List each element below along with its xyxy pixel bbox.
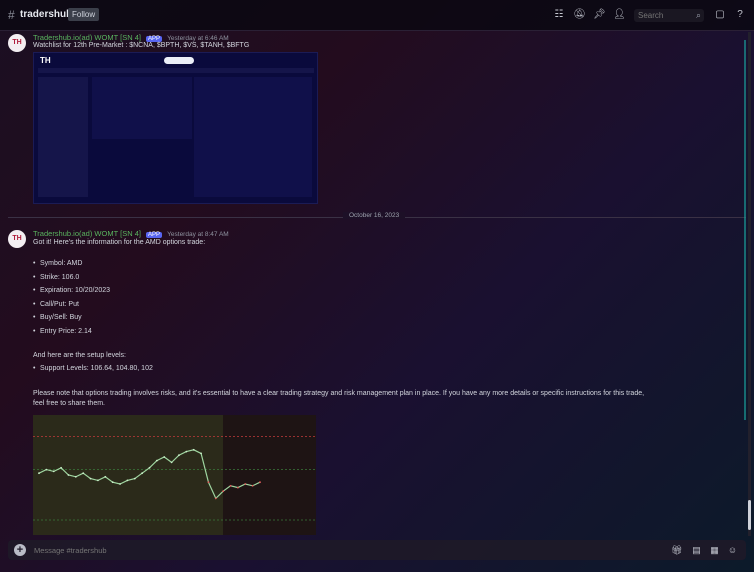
message-composer: + 🎁︎ ▤ ▦ ☺ xyxy=(8,540,746,560)
note-text-line2: feel free to share them. xyxy=(33,400,105,407)
price-point xyxy=(178,454,180,457)
channel-accent xyxy=(744,40,746,420)
price-point xyxy=(214,497,217,500)
options-list: Symbol: AMD Strike: 106.0 Expiration: 10… xyxy=(33,260,110,341)
gif-icon[interactable]: ▤ xyxy=(691,545,702,556)
watchlist-image[interactable]: TH xyxy=(33,52,318,204)
price-point xyxy=(229,484,232,487)
note-text-line1: Please note that options trading involve… xyxy=(33,390,645,397)
avatar[interactable]: TH xyxy=(8,230,26,248)
price-chart-image[interactable] xyxy=(33,415,316,535)
price-point xyxy=(52,470,55,473)
price-point xyxy=(222,490,225,493)
price-point xyxy=(97,479,99,482)
price-point xyxy=(82,472,85,475)
search-box[interactable]: ⌕ xyxy=(634,9,704,22)
list-item: Strike: 106.0 xyxy=(33,274,110,288)
message-input[interactable] xyxy=(34,544,634,556)
chart-zone xyxy=(223,415,316,535)
mute-bell-icon[interactable]: 🔕︎ xyxy=(573,9,586,21)
message-intro: Got it! Here's the information for the A… xyxy=(33,239,206,246)
list-item: Entry Price: 2.14 xyxy=(33,328,110,342)
price-point xyxy=(141,472,144,475)
follow-button[interactable]: Follow xyxy=(68,8,100,21)
list-item: Call/Put: Put xyxy=(33,301,110,315)
message-text: Watchlist for 12th Pre-Market : $NCNA, $… xyxy=(33,42,250,49)
date-divider-label: October 16, 2023 xyxy=(343,212,406,219)
price-chart xyxy=(33,415,316,535)
gift-icon[interactable]: 🎁︎ xyxy=(671,545,682,556)
price-point xyxy=(163,456,166,458)
list-item: Buy/Sell: Buy xyxy=(33,314,110,328)
pin-icon[interactable]: 📌︎ xyxy=(593,9,606,21)
members-icon[interactable]: 👤︎ xyxy=(613,9,626,21)
scrollbar-track[interactable] xyxy=(748,32,751,536)
message-header: Tradershub.io(ad) WOMT [SN 4] APP Yester… xyxy=(33,33,229,42)
add-attachment-icon[interactable]: + xyxy=(14,544,26,556)
setup-list: Support Levels: 106.64, 104.80, 102 xyxy=(33,365,153,379)
price-point xyxy=(259,481,261,484)
dashboard-sidebar xyxy=(38,77,88,197)
search-input[interactable] xyxy=(638,10,694,21)
price-point xyxy=(45,468,48,471)
emoji-icon[interactable]: ☺ xyxy=(727,545,738,556)
dashboard-news-list xyxy=(194,77,312,197)
price-point xyxy=(133,477,136,480)
price-point xyxy=(74,475,77,478)
price-point xyxy=(207,481,210,484)
price-point xyxy=(251,484,254,487)
chart-zone xyxy=(33,415,223,535)
price-point xyxy=(126,479,129,482)
dashboard-logo: TH xyxy=(40,56,51,65)
timestamp: Yesterday at 6:46 AM xyxy=(167,35,229,42)
threads-icon[interactable]: ☷ xyxy=(553,9,565,21)
price-point xyxy=(89,477,92,480)
app-badge: APP xyxy=(146,232,163,238)
timestamp: Yesterday at 8:47 AM xyxy=(167,231,229,238)
list-item: Support Levels: 106.64, 104.80, 102 xyxy=(33,365,153,379)
dashboard-table xyxy=(92,77,192,139)
top-bar: # tradershub Follow ☷ 🔕︎ 📌︎ 👤︎ ⌕ ▢ ? xyxy=(0,0,754,31)
price-point xyxy=(200,452,202,455)
price-point xyxy=(148,466,151,469)
author-name[interactable]: Tradershub.io(ad) WOMT [SN 4] xyxy=(33,33,141,42)
price-point xyxy=(67,474,70,476)
price-point xyxy=(111,481,114,484)
price-point xyxy=(185,450,188,453)
price-point xyxy=(60,466,62,469)
message-header: Tradershub.io(ad) WOMT [SN 4] APP Yester… xyxy=(33,229,229,238)
price-point xyxy=(244,483,247,485)
setup-intro: And here are the setup levels: xyxy=(33,352,127,359)
price-point xyxy=(104,475,107,478)
help-icon[interactable]: ? xyxy=(734,9,746,21)
search-icon: ⌕ xyxy=(695,10,701,20)
list-item: Symbol: AMD xyxy=(33,260,110,274)
inbox-icon[interactable]: ▢ xyxy=(714,9,726,21)
list-item: Expiration: 10/20/2023 xyxy=(33,287,110,301)
channel-name: tradershub xyxy=(20,9,73,20)
price-point xyxy=(192,448,195,451)
price-point xyxy=(119,483,121,485)
author-name[interactable]: Tradershub.io(ad) WOMT [SN 4] xyxy=(33,229,141,238)
avatar[interactable]: TH xyxy=(8,34,26,52)
price-point xyxy=(155,459,158,462)
dashboard-tab xyxy=(164,57,194,64)
dashboard-ticker-strip xyxy=(38,68,314,73)
price-point xyxy=(170,461,173,464)
price-point xyxy=(38,472,40,475)
scrollbar-thumb[interactable] xyxy=(748,500,751,530)
price-point xyxy=(237,486,239,489)
sticker-icon[interactable]: ▦ xyxy=(709,545,720,556)
channel-hash-icon: # xyxy=(8,8,15,22)
